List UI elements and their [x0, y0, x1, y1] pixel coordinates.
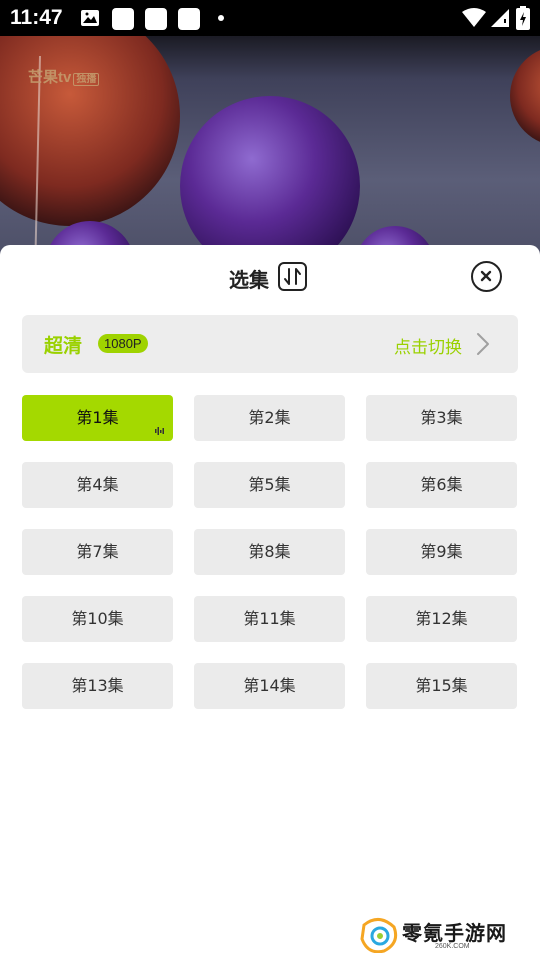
wifi-icon [462, 8, 486, 27]
episode-10-button[interactable]: 第10集 [22, 596, 173, 642]
channel-logo-text: 芒果tv [28, 69, 72, 86]
close-button[interactable] [471, 261, 502, 292]
app-icon [178, 8, 200, 30]
channel-logo: 芒果tv 独播 [28, 66, 100, 87]
dot-icon [218, 15, 224, 21]
episode-label: 第9集 [420, 542, 463, 561]
quality-switch-label: 点击切换 [394, 338, 462, 358]
watermark-logo-icon [360, 918, 398, 953]
episode-14-button[interactable]: 第14集 [194, 663, 345, 709]
sort-button[interactable] [278, 262, 307, 291]
episode-5-button[interactable]: 第5集 [194, 462, 345, 508]
quality-label: 超清 [44, 335, 83, 357]
status-bar: 11:47 [0, 0, 540, 36]
episode-11-button[interactable]: 第11集 [194, 596, 345, 642]
channel-logo-tag: 独播 [73, 73, 100, 86]
episode-7-button[interactable]: 第7集 [22, 529, 173, 575]
episode-3-button[interactable]: 第3集 [366, 395, 517, 441]
episode-sheet: 选集 超清 1080P 点击切换 第1集 第2集 第3集 第4集 第5集 第6集… [0, 245, 540, 960]
episode-12-button[interactable]: 第12集 [366, 596, 517, 642]
sheet-title: 选集 [229, 268, 269, 292]
episode-label: 第5集 [248, 475, 291, 494]
status-time: 11:47 [10, 6, 63, 29]
episode-1-button[interactable]: 第1集 [22, 395, 173, 441]
app-icon [112, 8, 134, 30]
watermark-domain: 260K.COM [435, 943, 470, 950]
close-icon [480, 270, 492, 282]
episode-label: 第15集 [415, 676, 468, 695]
chevron-right-icon [477, 333, 489, 355]
signal-icon [491, 9, 509, 27]
playing-wave-icon [155, 427, 164, 435]
episode-label: 第7集 [76, 542, 119, 561]
episode-label: 第4集 [76, 475, 119, 494]
video-player[interactable]: 芒果tv 独播 [0, 36, 540, 276]
watermark-name: 零氪手游网 [402, 921, 507, 945]
episode-label: 第3集 [420, 408, 463, 427]
episode-2-button[interactable]: 第2集 [194, 395, 345, 441]
app-icon [145, 8, 167, 30]
episode-9-button[interactable]: 第9集 [366, 529, 517, 575]
episode-label: 第6集 [420, 475, 463, 494]
episode-label: 第11集 [243, 609, 296, 628]
episode-label: 第12集 [415, 609, 468, 628]
image-icon [81, 10, 99, 26]
episode-15-button[interactable]: 第15集 [366, 663, 517, 709]
episode-label: 第13集 [71, 676, 124, 695]
site-watermark: 零氪手游网 260K.COM [360, 915, 530, 955]
episode-label: 第8集 [248, 542, 291, 561]
sort-icon [284, 268, 301, 285]
quality-selector[interactable]: 超清 1080P 点击切换 [22, 315, 518, 373]
battery-icon [516, 6, 530, 30]
episode-label: 第1集 [76, 408, 119, 427]
episode-label: 第10集 [71, 609, 124, 628]
episode-label: 第14集 [243, 676, 296, 695]
episode-6-button[interactable]: 第6集 [366, 462, 517, 508]
episode-8-button[interactable]: 第8集 [194, 529, 345, 575]
episode-label: 第2集 [248, 408, 291, 427]
quality-badge: 1080P [98, 334, 148, 353]
episode-13-button[interactable]: 第13集 [22, 663, 173, 709]
episode-4-button[interactable]: 第4集 [22, 462, 173, 508]
